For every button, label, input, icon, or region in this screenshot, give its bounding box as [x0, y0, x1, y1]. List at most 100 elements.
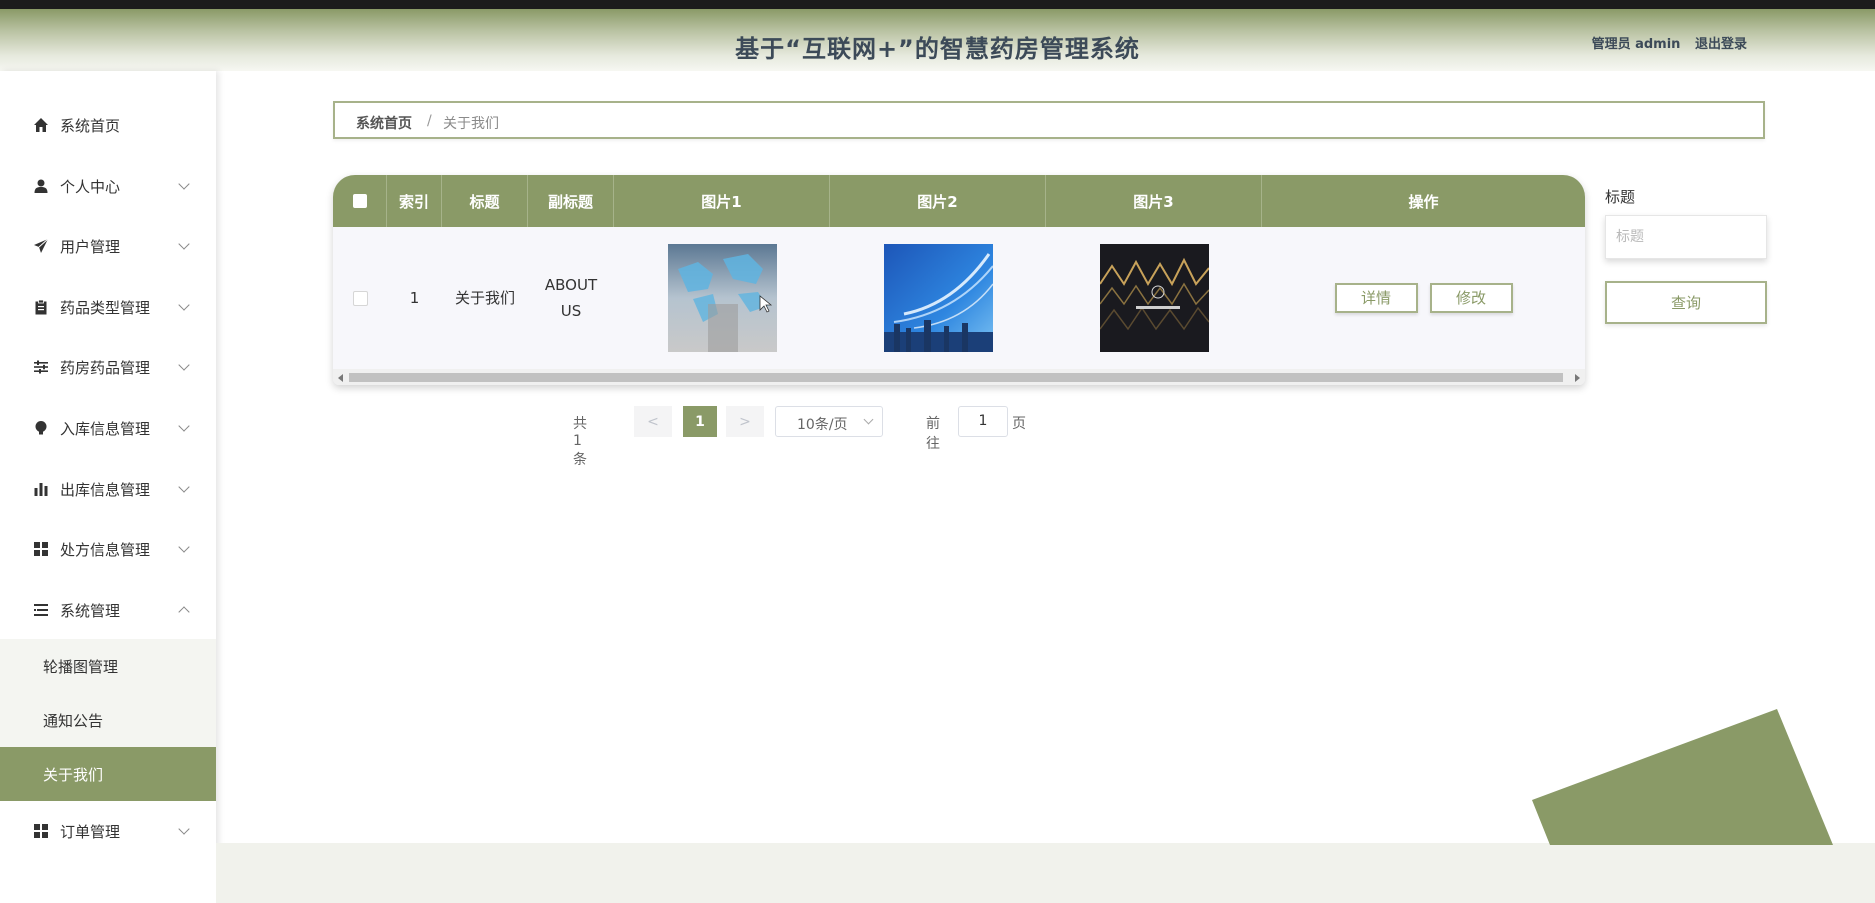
sidebar-item-label: 处方信息管理 — [60, 540, 151, 559]
sidebar-item-prescription[interactable]: 处方信息管理 — [0, 529, 216, 569]
sidebar-subitem-about-us[interactable]: 关于我们 — [0, 747, 216, 801]
bar-chart-icon — [32, 480, 50, 498]
app-header: 基于“互联网+”的智慧药房管理系统 管理员 admin 退出登录 — [0, 9, 1875, 71]
breadcrumb-current: 关于我们 — [443, 116, 499, 132]
sidebar-subitem-label: 通知公告 — [43, 711, 104, 730]
sidebar-item-user-management[interactable]: 用户管理 — [0, 226, 216, 266]
edit-button[interactable]: 修改 — [1429, 283, 1513, 313]
sidebar-item-label: 系统首页 — [60, 116, 121, 135]
column-header-image3: 图片3 — [1046, 175, 1262, 227]
sidebar-item-label: 订单管理 — [60, 822, 121, 841]
select-all-checkbox-cell — [333, 175, 387, 227]
prev-page-button[interactable]: < — [634, 406, 672, 437]
column-header-index: 索引 — [387, 175, 442, 227]
clipboard-icon — [32, 298, 50, 316]
row-checkbox-cell — [333, 227, 387, 369]
sidebar-item-label: 个人中心 — [60, 177, 121, 196]
horizontal-scrollbar[interactable] — [333, 369, 1585, 385]
cell-image2 — [830, 227, 1046, 369]
cell-index: 1 — [409, 289, 420, 307]
grid-icon — [32, 540, 50, 558]
grid-icon — [32, 822, 50, 840]
sliders-icon — [32, 358, 50, 376]
sidebar-item-label: 入库信息管理 — [60, 419, 151, 438]
page-size-select[interactable]: 10条/页 — [775, 406, 883, 437]
cell-image1 — [614, 227, 830, 369]
sidebar-subitem-carousel[interactable]: 轮播图管理 — [0, 639, 216, 693]
search-button[interactable]: 查询 — [1605, 281, 1767, 324]
image2-thumbnail[interactable] — [883, 244, 993, 352]
sidebar-item-pharmacy-drug[interactable]: 药房药品管理 — [0, 347, 216, 387]
table-row: 1 关于我们 ABOUT US 详情 修改 — [333, 227, 1585, 369]
pagination-total: 共 1 条 — [573, 416, 587, 468]
table-header: 索引 标题 副标题 图片1 图片2 图片3 操作 — [333, 175, 1585, 227]
decorative-shape — [1532, 709, 1833, 845]
sidebar-subitem-notice[interactable]: 通知公告 — [0, 693, 216, 747]
sidebar-item-home[interactable]: 系统首页 — [0, 105, 216, 145]
breadcrumb-separator: / — [427, 113, 432, 129]
cell-subtitle: ABOUT US — [544, 276, 598, 320]
chevron-down-icon — [178, 299, 190, 311]
detail-button[interactable]: 详情 — [1334, 283, 1418, 313]
top-strip — [0, 0, 1875, 9]
send-icon — [32, 237, 50, 255]
cell-image3 — [1046, 227, 1262, 369]
page-suffix-label: 页 — [1012, 416, 1026, 432]
user-icon — [32, 177, 50, 195]
row-checkbox[interactable] — [352, 290, 368, 306]
scrollbar-thumb[interactable] — [349, 373, 1563, 382]
column-header-actions: 操作 — [1408, 192, 1439, 211]
chevron-down-icon — [178, 178, 190, 190]
chevron-down-icon — [863, 414, 874, 425]
column-header-image1: 图片1 — [614, 175, 830, 227]
sidebar-item-personal-center[interactable]: 个人中心 — [0, 166, 216, 206]
admin-label: 管理员 admin — [1591, 37, 1681, 52]
sidebar-subitem-label: 轮播图管理 — [43, 657, 119, 676]
chevron-down-icon — [178, 541, 190, 553]
chevron-down-icon — [178, 359, 190, 371]
sidebar-item-label: 出库信息管理 — [60, 480, 151, 499]
sidebar-item-drug-type[interactable]: 药品类型管理 — [0, 287, 216, 327]
cell-title: 关于我们 — [454, 289, 515, 307]
image3-thumbnail[interactable] — [1099, 244, 1209, 352]
bottom-band — [216, 843, 1875, 903]
sidebar: 系统首页 个人中心 用户管理 药品类型管理 药房药品管理 入库信息管理 出库信息… — [0, 71, 216, 903]
sidebar-item-label: 药房药品管理 — [60, 358, 151, 377]
chevron-down-icon — [178, 481, 190, 493]
sidebar-item-orders[interactable]: 订单管理 — [0, 811, 216, 851]
chevron-down-icon — [178, 420, 190, 432]
cell-actions: 详情 修改 — [1262, 227, 1585, 369]
list-icon — [32, 601, 50, 619]
chevron-down-icon — [178, 238, 190, 250]
sidebar-item-stock-out[interactable]: 出库信息管理 — [0, 469, 216, 509]
sidebar-item-label: 药品类型管理 — [60, 298, 151, 317]
chevron-up-icon — [178, 606, 190, 618]
image1-thumbnail[interactable] — [667, 244, 777, 352]
goto-page-input[interactable]: 1 — [958, 406, 1008, 437]
breadcrumb-home-link[interactable]: 系统首页 — [356, 113, 412, 133]
chevron-down-icon — [178, 823, 190, 835]
search-title-label: 标题 — [1605, 188, 1636, 206]
sidebar-item-label: 用户管理 — [60, 237, 121, 256]
search-title-input[interactable] — [1605, 215, 1767, 259]
column-header-subtitle: 副标题 — [528, 175, 614, 227]
breadcrumb: 系统首页 / 关于我们 — [333, 101, 1765, 139]
column-header-image2: 图片2 — [830, 175, 1046, 227]
data-table: 索引 标题 副标题 图片1 图片2 图片3 操作 1 关于我们 ABOUT US — [333, 175, 1585, 385]
home-icon — [32, 116, 50, 134]
scroll-left-icon[interactable] — [338, 374, 343, 382]
bulb-icon — [32, 419, 50, 437]
select-all-checkbox[interactable] — [352, 194, 367, 208]
page-size-value: 10条/页 — [797, 417, 848, 433]
page-number-button[interactable]: 1 — [683, 406, 717, 437]
scroll-right-icon[interactable] — [1575, 374, 1580, 382]
sidebar-item-system[interactable]: 系统管理 — [0, 590, 216, 630]
next-page-button[interactable]: > — [726, 406, 764, 437]
sidebar-subitem-label: 关于我们 — [43, 765, 104, 784]
column-header-title: 标题 — [442, 175, 528, 227]
sidebar-item-stock-in[interactable]: 入库信息管理 — [0, 408, 216, 448]
sidebar-item-label: 系统管理 — [60, 601, 121, 620]
logout-link[interactable]: 退出登录 — [1695, 37, 1747, 52]
goto-label: 前往 — [926, 416, 940, 452]
user-area: 管理员 admin 退出登录 — [1582, 33, 1747, 52]
